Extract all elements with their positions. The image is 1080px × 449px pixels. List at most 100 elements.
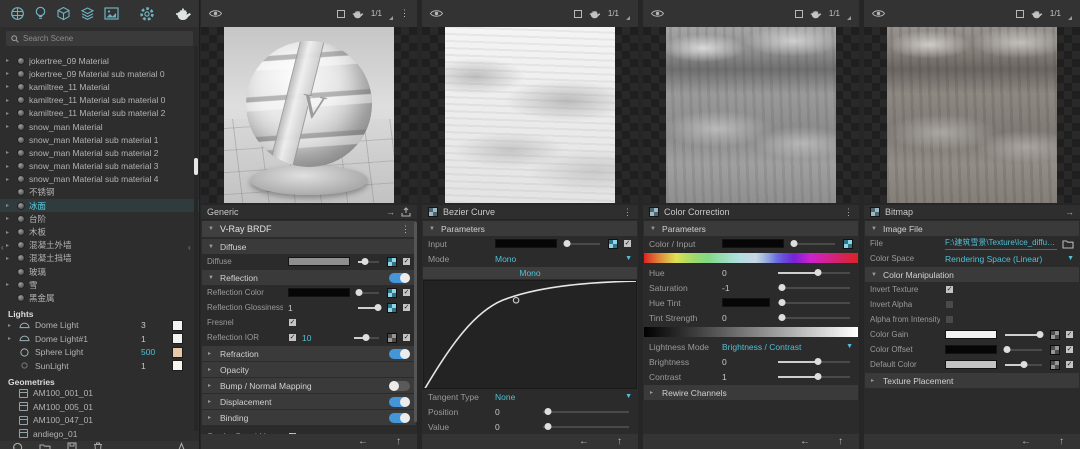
trash-icon[interactable]	[93, 442, 103, 449]
reflection-glossiness-checkbox[interactable]: ✓	[402, 303, 411, 312]
light-color-swatch[interactable]	[172, 360, 183, 371]
section-rewire-channels[interactable]: ▸Rewire Channels	[644, 385, 858, 400]
scroll-left-chevron[interactable]: ‹	[1, 243, 4, 252]
color-gain-checkbox[interactable]: ✓	[1065, 330, 1074, 339]
bump-toggle[interactable]	[389, 381, 410, 391]
reflection-color-map-icon[interactable]	[387, 288, 397, 298]
up-arrow-icon[interactable]: ↑	[396, 436, 401, 447]
back-arrow-icon[interactable]: ←	[579, 436, 589, 447]
tab-mono[interactable]: Mono	[423, 267, 637, 280]
chevron-down-icon[interactable]: ▼	[625, 393, 632, 400]
tree-scrollbar-thumb[interactable]	[194, 158, 198, 175]
expander-icon[interactable]: ▸	[6, 202, 13, 209]
hue-tint-slider[interactable]	[778, 302, 850, 304]
teapot-icon[interactable]	[589, 9, 601, 19]
expander-icon[interactable]: ▸	[6, 215, 13, 222]
eye-icon[interactable]	[872, 9, 885, 18]
input-slider[interactable]	[565, 243, 600, 245]
cone-icon[interactable]	[176, 442, 187, 449]
preview-menu-icon[interactable]: ⋮	[400, 8, 409, 19]
refraction-toggle[interactable]	[389, 349, 410, 359]
color-offset-map-icon[interactable]	[1050, 345, 1060, 355]
displacement-toggle[interactable]	[389, 397, 410, 407]
scroll-right-chevron[interactable]: ‹	[188, 243, 191, 252]
tree-item[interactable]: ▸ snow_man Material sub material 2	[0, 146, 199, 159]
contrast-slider[interactable]	[778, 376, 850, 378]
section-diffuse[interactable]: ▼Diffuse	[202, 239, 416, 254]
back-arrow-icon[interactable]: ←	[800, 436, 810, 447]
tree-item[interactable]: ▸ 混凝土外墙	[0, 239, 199, 252]
reflection-glossiness-map-icon[interactable]	[387, 303, 397, 313]
tree-item[interactable]: ▸ jokertree_09 Material sub material 0	[0, 67, 199, 80]
preview-texture-diffuse[interactable]: 1/1	[422, 0, 638, 203]
preview-texture-corrected[interactable]: 1/1	[643, 0, 859, 203]
back-arrow-icon[interactable]: ←	[1021, 436, 1031, 447]
forward-arrow-icon[interactable]: →	[1065, 207, 1074, 217]
resize-corner-icon[interactable]	[847, 16, 851, 20]
section-reflection[interactable]: ▼Reflection	[202, 270, 416, 285]
color-input-map-icon[interactable]	[843, 239, 853, 249]
tree-item[interactable]: ▸ kamiltree_11 Material	[0, 80, 199, 93]
frame-icon[interactable]	[1016, 10, 1024, 18]
tree-item[interactable]: ▸ 雪	[0, 278, 199, 291]
up-arrow-icon[interactable]: ↑	[838, 436, 843, 447]
tint-strength-slider[interactable]	[778, 317, 850, 319]
chevron-down-icon[interactable]: ▼	[625, 255, 632, 262]
hue-slider[interactable]	[778, 272, 850, 274]
geometry-cube-icon[interactable]	[56, 6, 71, 21]
frame-icon[interactable]	[337, 10, 345, 18]
tree-item[interactable]: ▸ 玻璃	[0, 265, 199, 278]
expander-icon[interactable]: ▸	[6, 110, 13, 117]
chevron-down-icon[interactable]: ▼	[1067, 255, 1074, 262]
hue-value[interactable]: 0	[722, 268, 770, 278]
diffuse-map-icon[interactable]	[387, 257, 397, 267]
geometry-row[interactable]: AM100_001_01	[0, 387, 199, 401]
tree-item[interactable]: ▸ snow_man Material	[0, 120, 199, 133]
color-gain-map-icon[interactable]	[1050, 330, 1060, 340]
reflection-ior-checkbox2[interactable]: ✓	[402, 333, 411, 342]
saturation-slider[interactable]	[778, 287, 850, 289]
brdf-header[interactable]: ▼ V-Ray BRDF ⋮	[202, 221, 416, 237]
panel-menu-icon[interactable]: ⋮	[844, 207, 853, 218]
value-slider[interactable]	[543, 426, 629, 428]
color-space-dropdown[interactable]: Rendering Space (Linear)	[945, 254, 1062, 264]
expander-icon[interactable]: ▼	[208, 226, 215, 232]
light-row[interactable]: ▸ Dome Light#1 1	[0, 332, 199, 346]
tree-item[interactable]: ▸ 冰面	[0, 199, 199, 212]
teapot-icon[interactable]	[352, 9, 364, 19]
forward-arrow-icon[interactable]: →	[386, 207, 395, 217]
reflection-glossiness-value[interactable]: 1	[288, 303, 350, 313]
search-input[interactable]	[23, 34, 188, 43]
tree-item[interactable]: ▸ 台阶	[0, 212, 199, 225]
tree-item[interactable]: ▸ kamiltree_11 Material sub material 2	[0, 107, 199, 120]
position-slider[interactable]	[543, 411, 629, 413]
reflection-color-swatch[interactable]	[288, 288, 350, 297]
expander-icon[interactable]: ▸	[8, 322, 14, 329]
invert-alpha-checkbox[interactable]	[945, 300, 954, 309]
curve-editor[interactable]	[423, 280, 637, 389]
tree-item[interactable]: ▸ jokertree_09 Material	[0, 54, 199, 67]
expander-icon[interactable]: ▸	[6, 97, 13, 104]
expander-icon[interactable]: ▸	[6, 83, 13, 90]
preview-canvas[interactable]	[643, 27, 859, 203]
diffuse-slider[interactable]	[358, 261, 379, 263]
expander-icon[interactable]: ▸	[6, 242, 13, 249]
light-intensity-value[interactable]: 1	[141, 334, 167, 344]
folder-icon[interactable]	[39, 443, 51, 449]
eye-icon[interactable]	[209, 9, 222, 18]
frame-icon[interactable]	[795, 10, 803, 18]
default-color-checkbox[interactable]: ✓	[1065, 360, 1074, 369]
materials-ball-icon[interactable]	[10, 6, 25, 21]
file-path-field[interactable]: F:\建筑雪景\Texture\Ice_diffuse_4k.jpg	[945, 237, 1057, 250]
expander-icon[interactable]: ▸	[6, 57, 13, 64]
resize-corner-icon[interactable]	[1068, 16, 1072, 20]
brightness-slider[interactable]	[778, 361, 850, 363]
color-input-swatch[interactable]	[722, 239, 784, 248]
preview-canvas[interactable]: V	[201, 27, 417, 203]
render-layers-icon[interactable]	[80, 6, 95, 21]
reflection-glossiness-slider[interactable]	[358, 307, 379, 309]
light-intensity-value[interactable]: 3	[141, 320, 167, 330]
texture-image-icon[interactable]	[104, 7, 119, 20]
reflection-color-checkbox[interactable]: ✓	[402, 288, 411, 297]
up-arrow-icon[interactable]: ↑	[617, 436, 622, 447]
